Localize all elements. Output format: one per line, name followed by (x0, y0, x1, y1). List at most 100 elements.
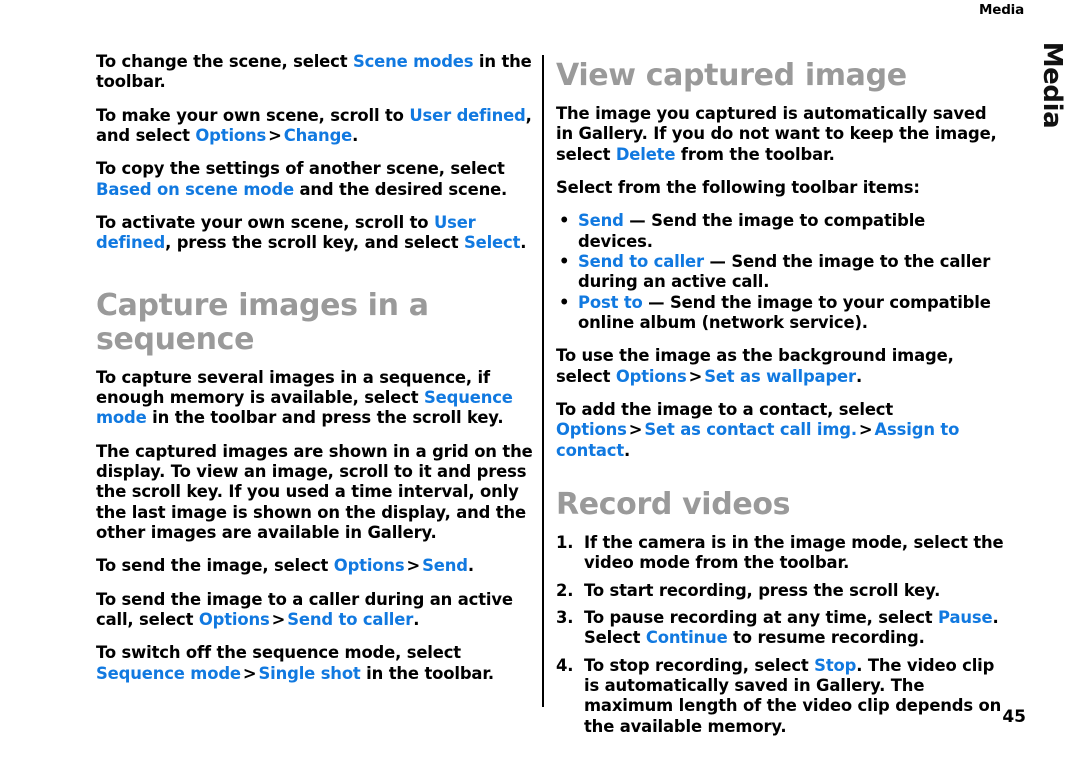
paragraph-capture-several: To capture several images in a sequence,… (96, 368, 539, 429)
ui-string-send-to-caller: Send to caller (578, 251, 704, 271)
text-run: . (467, 556, 474, 576)
ui-string-sequence-mode: Sequence mode (96, 663, 241, 683)
ui-string-send: Send (422, 556, 468, 576)
ui-string-set-as-wallpaper: Set as wallpaper (704, 366, 856, 386)
bullet-icon: • (559, 211, 570, 231)
text-run: . (520, 233, 527, 253)
menu-separator: > (406, 556, 421, 576)
text-run: To switch off the sequence mode, select (96, 643, 461, 663)
ui-string-options: Options (615, 366, 687, 386)
text-run: , press the scroll key, and select (165, 233, 464, 253)
text-run: Select from the following toolbar items: (556, 177, 920, 197)
list-item: • Post to — Send the image to your compat… (556, 293, 1004, 334)
ui-string-single-shot: Single shot (258, 663, 361, 683)
paragraph-select-toolbar-items: Select from the following toolbar items: (556, 178, 1004, 198)
ui-string-send: Send (578, 211, 624, 231)
paragraph-make-own-scene: To make your own scene, scroll to User d… (96, 106, 539, 147)
menu-separator: > (688, 366, 703, 386)
text-run: To activate your own scene, scroll to (96, 213, 434, 233)
list-item: • Send — Send the image to compatible dev… (556, 211, 1004, 252)
record-videos-steps: 1. If the camera is in the image mode, se… (556, 533, 1004, 737)
chapter-tab-label: Media (1037, 41, 1067, 129)
ui-string-options: Options (333, 556, 405, 576)
paragraph-captured-images-grid: The captured images are shown in a grid … (96, 442, 539, 544)
text-run: To change the scene, select (96, 52, 353, 71)
paragraph-assign-to-contact: To add the image to a contact, select Op… (556, 400, 1004, 461)
section-heading-view-captured-image: View captured image (556, 58, 907, 93)
text-run: from the toolbar. (675, 144, 835, 164)
paragraph-copy-settings: To copy the settings of another scene, s… (96, 159, 539, 200)
ui-string-delete: Delete (615, 144, 676, 164)
text-run: in the toolbar and press the scroll key. (146, 408, 504, 428)
text-run: . (352, 126, 359, 146)
ui-string-options: Options (556, 420, 627, 440)
section-heading-capture-images-in-a-sequence: Capture images in a sequence (96, 287, 429, 357)
step-number: 2. (556, 580, 574, 600)
menu-separator: > (271, 609, 286, 629)
ui-string-select: Select (463, 233, 521, 253)
ui-string-scene-modes: Scene modes (352, 52, 474, 71)
ui-string-stop: Stop (814, 655, 857, 675)
bullet-icon: • (559, 251, 570, 271)
text-run: To send the image, select (96, 556, 334, 576)
text-run: . (624, 440, 631, 460)
ui-string-change: Change (283, 126, 353, 146)
text-run: . (413, 609, 420, 629)
column-divider (542, 55, 544, 707)
ui-string-set-as-contact-call-img: Set as contact call img. (644, 420, 857, 440)
text-run: To stop recording, select (584, 655, 815, 675)
text-run: If the camera is in the image mode, sele… (584, 532, 1004, 573)
paragraph-switch-off-sequence: To switch off the sequence mode, select … (96, 643, 539, 684)
text-run: in the toolbar. (360, 663, 494, 683)
list-item: 2. To start recording, press the scroll k… (556, 581, 1004, 601)
right-column: View captured image The image you captur… (556, 52, 1004, 744)
ui-string-send-to-caller: Send to caller (287, 609, 414, 629)
text-run: to resume recording. (727, 628, 925, 648)
ui-string-continue: Continue (645, 628, 728, 648)
paragraph-change-scene: To change the scene, select Scene modes … (96, 52, 539, 93)
menu-separator: > (242, 663, 257, 683)
toolbar-items-list: • Send — Send the image to compatible dev… (556, 211, 1004, 333)
ui-string-based-on-scene-mode: Based on scene mode (96, 179, 294, 199)
menu-separator: > (858, 420, 873, 440)
text-run: — (642, 292, 670, 312)
section-heading-record-videos: Record videos (556, 487, 791, 523)
list-item: 3. To pause recording at any time, select… (556, 608, 1004, 649)
left-column: To change the scene, select Scene modes … (96, 52, 539, 684)
running-header: Media (979, 2, 1024, 18)
ui-string-pause: Pause (938, 607, 993, 627)
text-run: To copy the settings of another scene, s… (96, 159, 505, 179)
ui-string-post-to: Post to (578, 292, 643, 312)
list-item: • Send to caller — Send the image to the … (556, 252, 1004, 293)
text-run: To add the image to a contact, select (556, 400, 894, 420)
list-item: 4. To stop recording, select Stop. The vi… (556, 656, 1004, 737)
paragraph-auto-saved: The image you captured is automatically … (556, 104, 1004, 165)
text-run: To pause recording at any time, select (584, 607, 939, 627)
text-run: — (623, 211, 652, 231)
menu-separator: > (268, 126, 282, 146)
paragraph-activate-own-scene: To activate your own scene, scroll to Us… (96, 213, 539, 254)
text-run: and the desired scene. (293, 179, 508, 199)
text-run: — (703, 251, 732, 271)
text-run: . (855, 366, 863, 386)
chapter-tab: Media (1032, 30, 1072, 140)
paragraph-send-to-caller: To send the image to a caller during an … (96, 590, 539, 631)
text-run: To make your own scene, scroll to (96, 105, 410, 125)
paragraph-set-as-wallpaper: To use the image as the background image… (556, 346, 1004, 387)
ui-string-options: Options (198, 609, 270, 629)
step-number: 3. (556, 607, 574, 627)
text-run: To start recording, press the scroll key… (584, 580, 941, 600)
step-number: 1. (556, 532, 574, 552)
paragraph-send-image: To send the image, select Options > Send. (96, 556, 539, 576)
page-number: 45 (1002, 707, 1026, 727)
ui-string-options: Options (195, 126, 267, 146)
text-run: The captured images are shown in a grid … (96, 441, 533, 542)
menu-separator: > (628, 420, 643, 440)
ui-string-user-defined: User defined (409, 105, 526, 125)
step-number: 4. (556, 655, 574, 675)
